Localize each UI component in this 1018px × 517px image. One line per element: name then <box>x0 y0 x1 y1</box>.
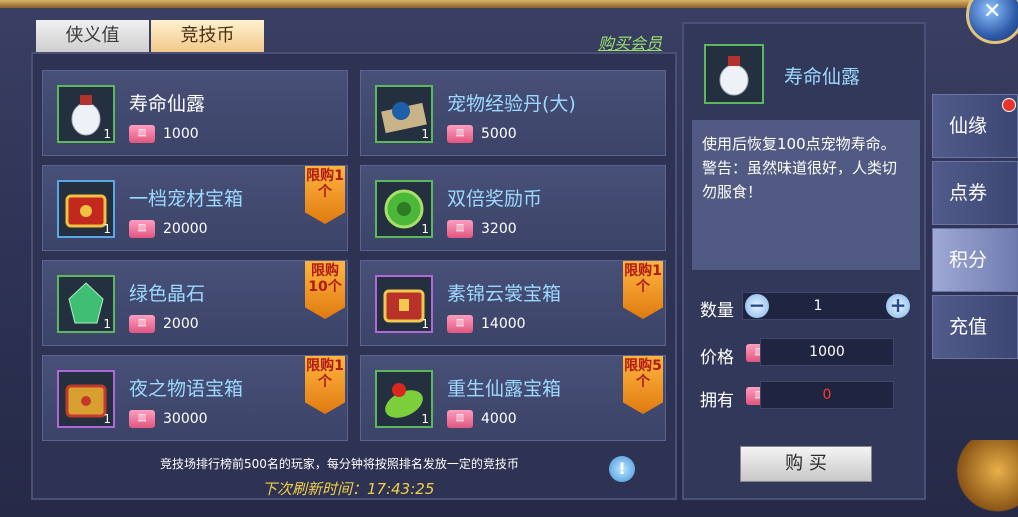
top-frame-bar <box>0 0 1018 8</box>
green-crystal-icon: 1 <box>57 275 115 333</box>
shop-item-card[interactable]: 1 宠物经验丹(大) 皿 5000 <box>360 70 666 156</box>
item-name: 一档宠材宝箱 <box>129 188 244 210</box>
tab-chivalry[interactable]: 侠义值 <box>36 20 149 52</box>
buy-vip-link[interactable]: 购买会员 <box>598 30 662 54</box>
purchase-limit-badge: 限购5个 <box>623 356 663 414</box>
shop-item-card[interactable]: 1 绿色晶石 皿 2000 限购10个 <box>42 260 348 346</box>
notification-dot <box>1002 98 1016 112</box>
item-quantity: 1 <box>421 222 429 236</box>
side-tab-points[interactable]: 积分 <box>932 228 1018 292</box>
owned-amount: 0 <box>760 381 894 409</box>
refresh-time: 下次刷新时间：17:43:25 <box>262 480 435 498</box>
shop-item-card[interactable]: 1 夜之物语宝箱 皿 30000 限购1个 <box>42 355 348 441</box>
item-name: 夜之物语宝箱 <box>129 378 244 400</box>
arena-reward-tip: 竞技场排行榜前500名的玩家，每分钟将按照排名发放一定的竞技币 <box>160 457 519 471</box>
potion-bottle-icon <box>704 44 764 104</box>
jade-coin-icon: 1 <box>375 180 433 238</box>
item-price: 30000 <box>163 411 208 427</box>
side-tab-recharge[interactable]: 充值 <box>932 295 1018 359</box>
item-name: 绿色晶石 <box>129 283 206 305</box>
item-name: 寿命仙露 <box>129 93 206 115</box>
shop-item-card[interactable]: 1 双倍奖励币 皿 3200 <box>360 165 666 251</box>
item-name: 双倍奖励币 <box>447 188 543 210</box>
item-name: 宠物经验丹(大) <box>447 93 576 115</box>
treasure-chest-icon: 1 <box>375 275 433 333</box>
shop-item-card[interactable]: 1 重生仙露宝箱 皿 4000 限购5个 <box>360 355 666 441</box>
item-price: 20000 <box>163 221 208 237</box>
item-price: 5000 <box>481 126 517 142</box>
price-label: 价格 <box>700 348 734 368</box>
item-quantity: 1 <box>103 412 111 426</box>
item-quantity: 1 <box>421 412 429 426</box>
item-price: 14000 <box>481 316 526 332</box>
leaf-orb-icon: 1 <box>375 370 433 428</box>
arena-coin-icon: 皿 <box>447 315 473 333</box>
item-quantity: 1 <box>103 317 111 331</box>
shop-item-card[interactable]: 1 寿命仙露 皿 1000 <box>42 70 348 156</box>
arena-coin-icon: 皿 <box>129 410 155 428</box>
exp-pill-icon: 1 <box>375 85 433 143</box>
arena-coin-icon: 皿 <box>129 125 155 143</box>
item-price: 4000 <box>481 411 517 427</box>
plus-button[interactable]: + <box>886 294 910 318</box>
item-quantity: 1 <box>103 127 111 141</box>
detail-description: 使用后恢复100点宠物寿命。警告：虽然味道很好，人类切勿服食！ <box>692 120 920 270</box>
purchase-limit-badge: 限购1个 <box>305 166 345 224</box>
treasure-chest-icon: 1 <box>57 370 115 428</box>
cloud-ornament <box>950 440 1018 517</box>
info-icon[interactable]: ! <box>609 456 635 482</box>
item-quantity: 1 <box>103 222 111 236</box>
potion-bottle-icon: 1 <box>57 85 115 143</box>
tab-arena-coin[interactable]: 竞技币 <box>151 20 264 52</box>
minus-button[interactable]: − <box>745 294 769 318</box>
item-price: 3200 <box>481 221 517 237</box>
item-quantity: 1 <box>421 317 429 331</box>
arena-coin-icon: 皿 <box>447 125 473 143</box>
total-price: 1000 <box>760 338 894 366</box>
side-tab-coupon[interactable]: 点券 <box>932 161 1018 225</box>
detail-item-name: 寿命仙露 <box>784 66 861 88</box>
treasure-chest-icon: 1 <box>57 180 115 238</box>
item-name: 重生仙露宝箱 <box>447 378 562 400</box>
buy-button[interactable]: 购 买 <box>740 446 872 482</box>
arena-coin-icon: 皿 <box>447 220 473 238</box>
arena-coin-icon: 皿 <box>129 315 155 333</box>
quantity-label: 数量 <box>700 301 734 321</box>
shop-item-card[interactable]: 1 一档宠材宝箱 皿 20000 限购1个 <box>42 165 348 251</box>
item-price: 1000 <box>163 126 199 142</box>
arena-coin-icon: 皿 <box>447 410 473 428</box>
purchase-limit-badge: 限购1个 <box>623 261 663 319</box>
item-quantity: 1 <box>421 127 429 141</box>
shop-item-card[interactable]: 1 素锦云裳宝箱 皿 14000 限购1个 <box>360 260 666 346</box>
arena-coin-icon: 皿 <box>129 220 155 238</box>
item-price: 2000 <box>163 316 199 332</box>
owned-label: 拥有 <box>700 391 734 411</box>
purchase-limit-badge: 限购10个 <box>305 261 345 319</box>
item-name: 素锦云裳宝箱 <box>447 283 562 305</box>
purchase-limit-badge: 限购1个 <box>305 356 345 414</box>
close-button[interactable] <box>966 0 1018 44</box>
